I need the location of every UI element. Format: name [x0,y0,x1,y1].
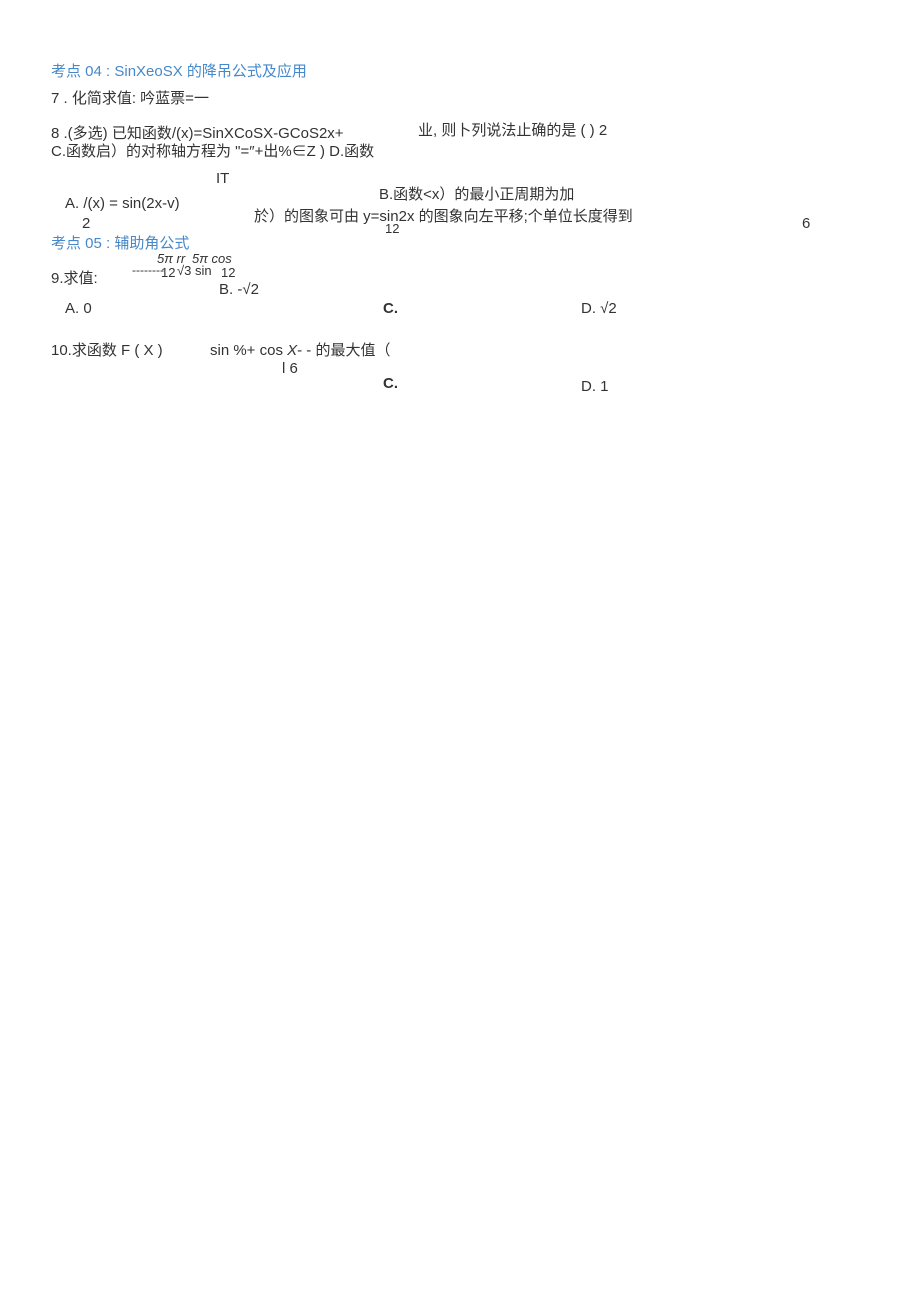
q8-line2: C.函数启）的对称轴方程为 "=″+出%∈Z ) D.函数 [51,140,374,161]
q8-optB: B.函数<x）的最小正周期为加 [379,183,574,204]
q8-line1-right: 业, 则卜列说法止确的是 ( ) 2 [418,119,607,140]
q10-prefix: 10.求函数 F ( X ) [51,339,163,360]
q10-l6: l 6 [282,360,298,377]
section-05-heading: 考点 05 : 辅助角公式 [51,232,189,253]
q9-prefix: 9.求值: [51,267,98,288]
q9-optB: B. -√2 [219,281,259,298]
q9-frac1-bot: 12 [161,265,175,280]
q9-frac2-top: 5π cos [192,251,232,266]
q8-optA: A. /(x) = sin(2x-v) [65,195,180,212]
q10-sin: sin %+ cos [210,342,287,359]
q10-rest: - - 的最大值（ [297,342,390,359]
q10-optC: C. [383,375,398,392]
q8-IT: IT [216,170,229,187]
q10-X: X [287,342,297,359]
q10-optD: D. 1 [581,378,609,395]
q7-text: 7 . 化简求值: 吟蓝票=一 [51,87,209,108]
q8-optD-text: 於）的图象可由 y=sin2x 的图象向左平移;个单位长度得到 [254,205,633,226]
q8-twelve: 12 [385,221,399,236]
q9-optA: A. 0 [65,300,92,317]
q10-expression: sin %+ cos X- - 的最大值（ [210,339,390,360]
q9-optD: D. √2 [581,300,617,317]
section-04-heading: 考点 04 : SinXeoSX 的降吊公式及应用 [51,60,307,81]
q8-two: 2 [82,215,90,232]
q8-six: 6 [802,215,810,232]
q9-frac2-bot: 12 [221,265,235,280]
q9-optC: C. [383,300,398,317]
